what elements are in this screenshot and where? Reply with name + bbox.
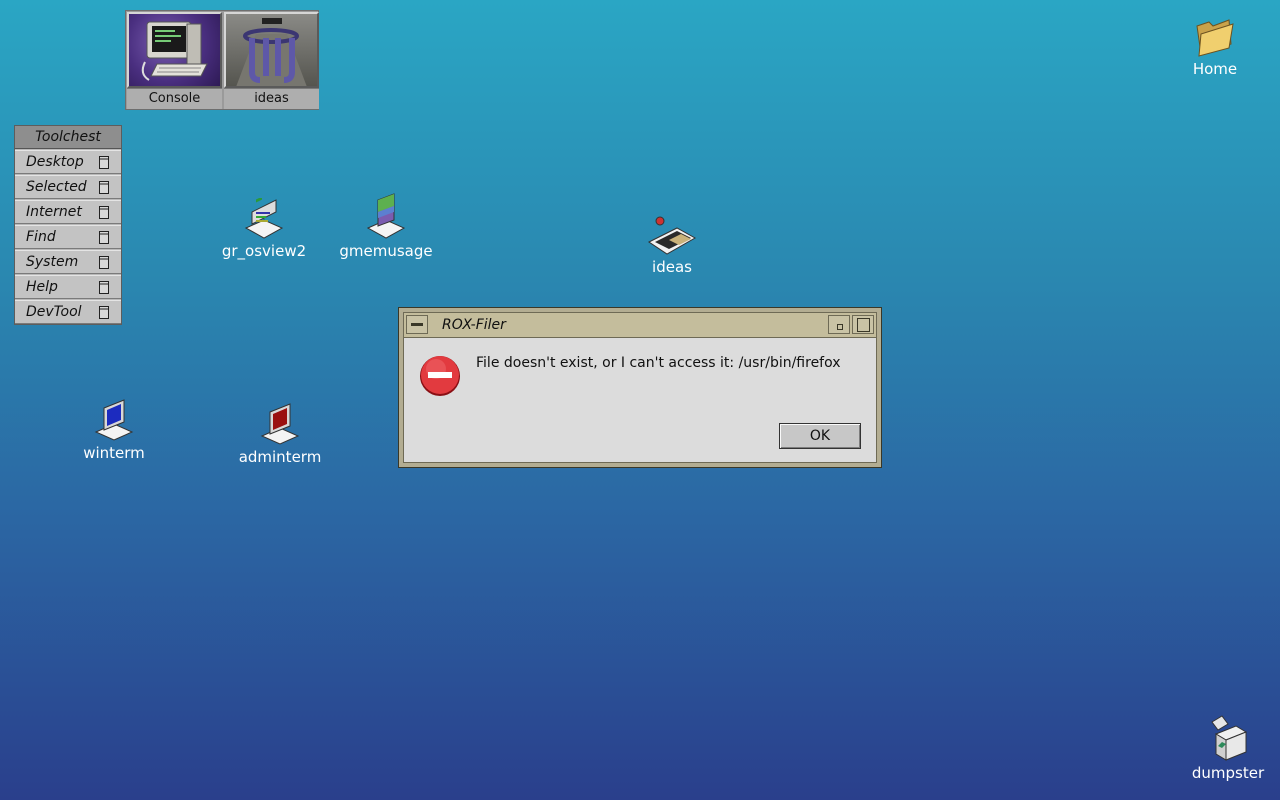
toolchest-item-label: Internet: [26, 204, 82, 220]
desktop-icon-adminterm[interactable]: adminterm: [236, 400, 324, 466]
icon-label: adminterm: [238, 448, 322, 466]
memory-usage-icon: [366, 193, 406, 239]
desktop-icon-dumpster[interactable]: dumpster: [1190, 714, 1266, 782]
toolchest-item-system[interactable]: System: [15, 250, 121, 274]
console-launcher[interactable]: Console: [127, 12, 222, 109]
terminal-icon: [94, 399, 134, 441]
submenu-icon: [99, 281, 109, 294]
desktop-icon-gr-osview2[interactable]: gr_osview2: [218, 198, 310, 260]
error-dialog: ROX-Filer File doesn't exist, or I can't…: [398, 307, 882, 468]
admin-terminal-icon: [260, 403, 300, 445]
ideas-desk-icon: [648, 216, 697, 255]
icon-label: gr_osview2: [221, 242, 307, 260]
monitor-chart-icon: [244, 198, 284, 239]
toolchest-item-selected[interactable]: Selected: [15, 175, 121, 199]
toolchest-item-find[interactable]: Find: [15, 225, 121, 249]
toolchest-item-internet[interactable]: Internet: [15, 200, 121, 224]
toolchest-menu: Toolchest Desktop Selected Internet Find…: [14, 125, 122, 325]
toolchest-title: Toolchest: [15, 126, 121, 149]
toolchest-item-label: DevTool: [26, 304, 82, 320]
dialog-message: File doesn't exist, or I can't access it…: [476, 355, 841, 371]
dialog-titlebar[interactable]: ROX-Filer: [404, 313, 876, 338]
toolchest-item-label: Help: [26, 279, 58, 295]
home-folder-icon: [1196, 19, 1234, 57]
ideas-logo-icon: [224, 12, 319, 89]
dialog-title: ROX-Filer: [442, 317, 506, 333]
maximize-button[interactable]: [852, 315, 874, 334]
launcher-panel: Console ideas: [125, 10, 319, 110]
toolchest-item-label: Desktop: [26, 154, 84, 170]
icon-label: Home: [1192, 60, 1238, 78]
ok-button[interactable]: OK: [779, 423, 861, 449]
icon-label: dumpster: [1191, 764, 1265, 782]
icon-label: gmemusage: [339, 242, 433, 260]
toolchest-item-desktop[interactable]: Desktop: [15, 150, 121, 174]
submenu-icon: [99, 206, 109, 219]
submenu-icon: [99, 231, 109, 244]
desktop-icon-home[interactable]: Home: [1186, 14, 1244, 78]
toolchest-item-devtool[interactable]: DevTool: [15, 300, 121, 324]
window-menu-button[interactable]: [406, 315, 428, 334]
ideas-label: ideas: [224, 88, 319, 109]
toolchest-item-help[interactable]: Help: [15, 275, 121, 299]
toolchest-item-label: Selected: [26, 179, 87, 195]
icon-label: ideas: [652, 258, 692, 276]
toolchest-item-label: Find: [26, 229, 56, 245]
submenu-icon: [99, 156, 109, 169]
error-stop-icon: [420, 356, 460, 396]
console-computer-icon: [127, 12, 222, 89]
submenu-icon: [99, 306, 109, 319]
submenu-icon: [99, 256, 109, 269]
submenu-icon: [99, 181, 109, 194]
minimize-button[interactable]: [828, 315, 850, 334]
ideas-launcher[interactable]: ideas: [224, 12, 319, 109]
icon-label: winterm: [83, 444, 145, 462]
desktop-icon-winterm[interactable]: winterm: [80, 396, 148, 462]
console-label: Console: [127, 88, 222, 109]
dialog-body: ROX-Filer File doesn't exist, or I can't…: [403, 312, 877, 463]
toolchest-item-label: System: [26, 254, 79, 270]
desktop-icon-gmemusage[interactable]: gmemusage: [338, 192, 434, 260]
dumpster-trash-icon: [1211, 715, 1248, 761]
desktop-icon-ideas[interactable]: ideas: [640, 214, 704, 276]
